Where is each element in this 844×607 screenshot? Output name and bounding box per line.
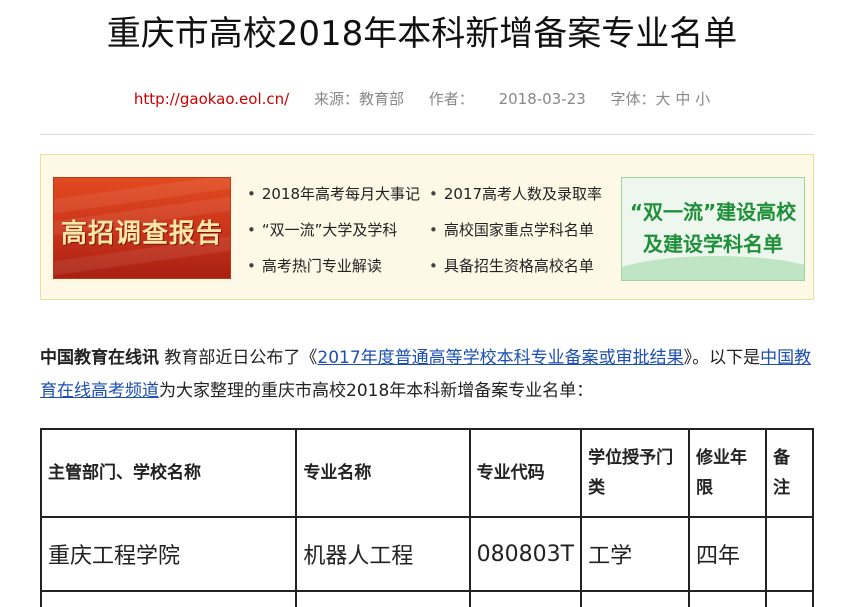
- header-code: 专业代码: [468, 428, 583, 518]
- intro-text-3: 为大家整理的重庆市高校2018年本科新增备案专业名单：: [159, 381, 594, 401]
- survey-report-banner-label: 高招调查报告: [60, 219, 223, 249]
- intro-paragraph: 中国教育在线讯 教育部近日公布了《2017年度普通高等学校本科专业备案或审批结果…: [40, 342, 816, 408]
- promo-link-1[interactable]: 2018年高考每月大事记: [247, 183, 420, 204]
- table-row: 重庆工程学院 机器人工程 080803T 工学 四年: [39, 516, 814, 592]
- source-url-link[interactable]: http://gaokao.eol.cn/: [134, 90, 289, 108]
- intro-text-1: 教育部近日公布了《: [159, 348, 318, 368]
- article-meta: http://gaokao.eol.cn/ 来源：教育部 作者： 2018-03…: [0, 88, 844, 109]
- cell-duration: 四年: [687, 516, 768, 592]
- promo-link-3[interactable]: “双一流”大学及学科: [247, 219, 398, 240]
- table-row: [39, 590, 814, 607]
- header-degree: 学位授予门类: [580, 428, 690, 518]
- intro-org: 中国教育在线讯: [40, 348, 159, 368]
- promo-links: 2018年高考每月大事记 2017高考人数及录取率 “双一流”大学及学科 高校国…: [247, 177, 627, 279]
- promo-link-2[interactable]: 2017高考人数及录取率: [429, 183, 602, 204]
- header-note: 备注: [765, 428, 814, 518]
- cell-major: 机器人工程: [295, 516, 471, 592]
- promo-link-6[interactable]: 具备招生资格高校名单: [429, 255, 594, 276]
- promo-box: 高招调查报告 2018年高考每月大事记 2017高考人数及录取率 “双一流”大学…: [40, 154, 814, 300]
- font-size-controls[interactable]: 字体：大 中 小: [611, 90, 711, 108]
- author-label: 作者：: [428, 90, 474, 108]
- major-table: 主管部门、学校名称 专业名称 专业代码 学位授予门类 修业年限 备注 重庆工程学…: [39, 428, 814, 607]
- divider: [40, 134, 814, 135]
- promo-link-4[interactable]: 高校国家重点学科名单: [429, 219, 594, 240]
- publish-date: 2018-03-23: [498, 90, 586, 108]
- article-title: 重庆市高校2018年本科新增备案专业名单: [106, 14, 738, 54]
- header-school: 主管部门、学校名称: [39, 428, 298, 518]
- header-major: 专业名称: [295, 428, 471, 518]
- cell-code: 080803T: [468, 516, 583, 592]
- survey-report-banner[interactable]: 高招调查报告: [53, 177, 231, 279]
- cell-note: [765, 516, 814, 592]
- cell-school: 重庆工程学院: [39, 516, 298, 592]
- table-header-row: 主管部门、学校名称 专业名称 专业代码 学位授予门类 修业年限 备注: [39, 428, 814, 518]
- double-first-class-line1: “双一流”建设高校: [629, 200, 797, 224]
- promo-link-5[interactable]: 高考热门专业解读: [247, 255, 382, 276]
- double-first-class-banner[interactable]: “双一流”建设高校 及建设学科名单: [621, 177, 805, 281]
- cell-degree: 工学: [580, 516, 690, 592]
- source-label: 来源：教育部: [313, 90, 404, 108]
- record-results-link[interactable]: 2017年度普通高等学校本科专业备案或审批结果: [317, 348, 683, 368]
- header-duration: 修业年限: [687, 428, 768, 518]
- double-first-class-line2: 及建设学科名单: [643, 232, 783, 256]
- intro-text-2: 》。以下是: [683, 348, 761, 368]
